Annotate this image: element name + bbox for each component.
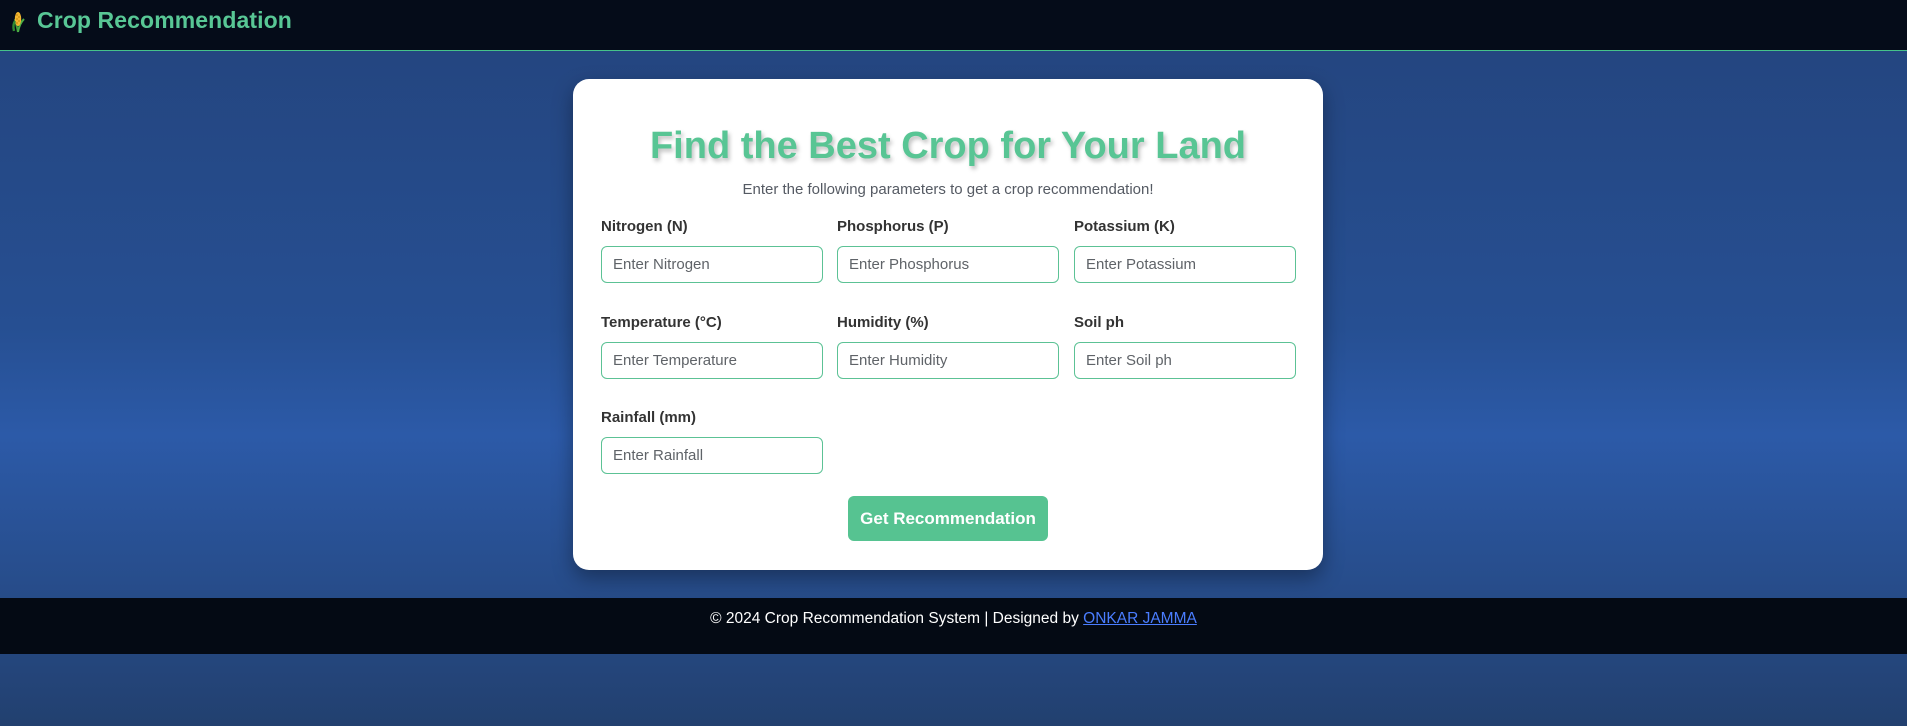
nitrogen-label: Nitrogen (N) (601, 218, 688, 235)
footer: © 2024 Crop Recommendation System | Desi… (0, 598, 1907, 654)
phosphorus-label: Phosphorus (P) (837, 218, 949, 235)
get-recommendation-button[interactable]: Get Recommendation (848, 496, 1048, 541)
app-title: Crop Recommendation (37, 7, 292, 33)
humidity-input[interactable] (837, 342, 1059, 379)
soil-ph-input[interactable] (1074, 342, 1296, 379)
phosphorus-field: Phosphorus (P) (837, 218, 1059, 283)
recommendation-form-card: Find the Best Crop for Your Land Enter t… (573, 79, 1323, 570)
navbar: Crop Recommendation (0, 0, 1907, 51)
nitrogen-field: Nitrogen (N) (601, 218, 823, 283)
brand[interactable]: Crop Recommendation (7, 7, 292, 34)
phosphorus-input[interactable] (837, 246, 1059, 283)
temperature-field: Temperature (°C) (601, 314, 823, 379)
rainfall-field: Rainfall (mm) (601, 409, 823, 474)
designer-link[interactable]: ONKAR JAMMA (1083, 610, 1197, 627)
rainfall-input[interactable] (601, 437, 823, 474)
footer-text: © 2024 Crop Recommendation System | Desi… (0, 610, 1907, 628)
potassium-field: Potassium (K) (1074, 218, 1296, 283)
humidity-label: Humidity (%) (837, 314, 929, 331)
nitrogen-input[interactable] (601, 246, 823, 283)
copyright-text: © 2024 Crop Recommendation System | Desi… (710, 610, 1084, 627)
potassium-input[interactable] (1074, 246, 1296, 283)
humidity-field: Humidity (%) (837, 314, 1059, 379)
rainfall-label: Rainfall (mm) (601, 409, 697, 426)
corn-icon (7, 9, 29, 33)
form-subheading: Enter the following parameters to get a … (742, 181, 1154, 198)
form-heading: Find the Best Crop for Your Land (649, 125, 1247, 167)
temperature-label: Temperature (°C) (601, 314, 722, 331)
potassium-label: Potassium (K) (1074, 218, 1175, 235)
temperature-input[interactable] (601, 342, 823, 379)
soil-ph-field: Soil ph (1074, 314, 1296, 379)
soil-ph-label: Soil ph (1074, 314, 1124, 331)
